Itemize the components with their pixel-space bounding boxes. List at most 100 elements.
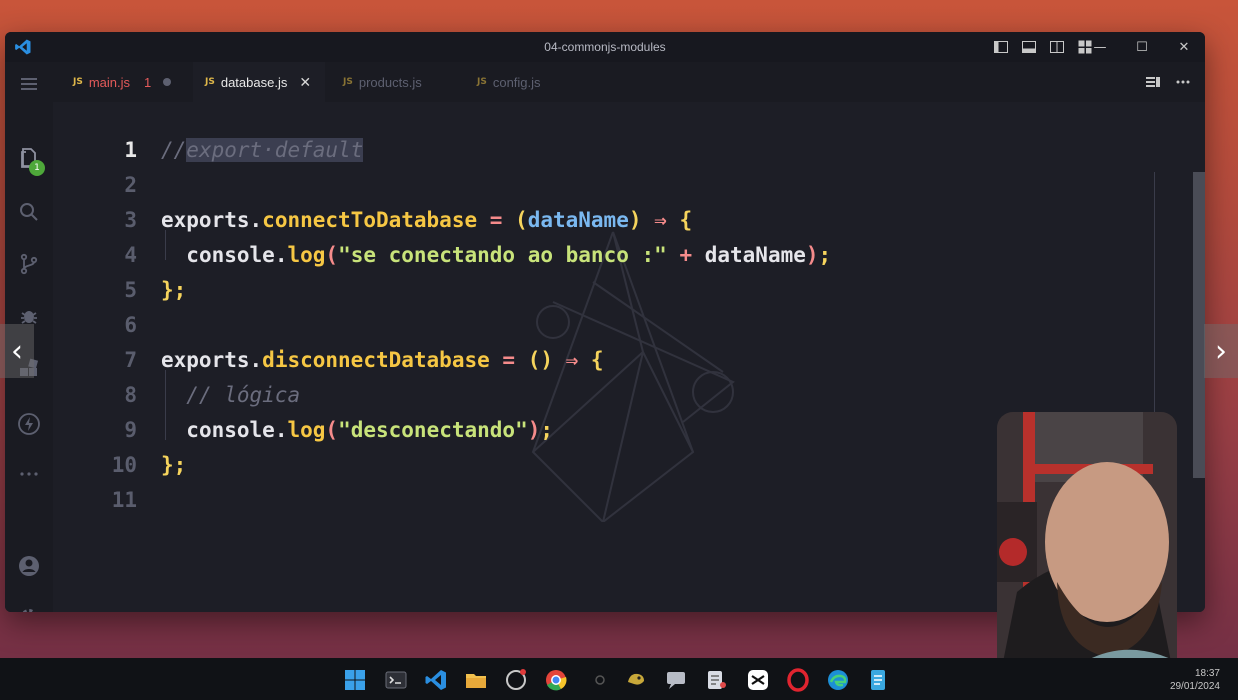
opera-icon[interactable] — [786, 668, 810, 692]
paren-token: ( — [325, 418, 339, 442]
tab-products-js[interactable]: JS products.js — [331, 62, 457, 102]
dot-token: . — [249, 208, 263, 232]
windows-start-icon[interactable] — [343, 668, 367, 692]
watermark-logo-icon — [531, 231, 735, 522]
source-control-icon[interactable] — [17, 252, 41, 276]
semicolon-token: ; — [173, 453, 187, 477]
brace-token: } — [161, 453, 174, 477]
line-number: 3 — [124, 208, 137, 232]
paren-token: ( — [515, 208, 528, 232]
title-bar: 04-commonjs-modules — ☐ ✕ — [5, 32, 1205, 62]
code-line-10: }; — [161, 453, 186, 477]
tab-label: products.js — [358, 74, 422, 90]
brace-token: { — [679, 208, 693, 232]
tab-label: main.js — [88, 74, 131, 90]
operator-token: + — [666, 243, 705, 267]
minimize-icon[interactable]: — — [1079, 32, 1121, 62]
operator-token: = — [489, 348, 528, 372]
app-icon[interactable] — [504, 668, 528, 692]
taskbar: 18:37 29/01/2024 — [0, 658, 1238, 700]
arrow-token: ⇒ — [552, 348, 591, 372]
edge-icon[interactable] — [826, 668, 850, 692]
more-actions-icon[interactable] — [1175, 74, 1191, 90]
code-line-4: console.log("se conectando ao banco :" +… — [161, 243, 831, 267]
paren-token: ) — [805, 243, 819, 267]
code-line-9: console.log("desconectando"); — [161, 418, 553, 442]
property-token: connectToDatabase — [262, 208, 478, 232]
string-token: "se conectando ao banco :" — [338, 243, 667, 267]
tab-main-js[interactable]: JS main.js 1 — [61, 62, 189, 102]
webcam-overlay — [997, 412, 1177, 692]
line-number: 2 — [124, 173, 137, 197]
tab-label: config.js — [492, 74, 541, 90]
operator-token: = — [477, 208, 516, 232]
toggle-sidebar-icon[interactable] — [993, 39, 1009, 55]
brace-token: } — [161, 278, 174, 302]
code-line-7: exports.disconnectDatabase = () ⇒ { — [161, 348, 604, 372]
paren-token: ) — [628, 208, 642, 232]
split-editor-icon[interactable] — [1145, 74, 1161, 90]
tab-config-js[interactable]: JS config.js — [465, 62, 575, 102]
line-number: 9 — [124, 418, 137, 442]
arrow-token: ⇒ — [641, 208, 680, 232]
vscode-taskbar-icon[interactable] — [424, 668, 448, 692]
line-number: 4 — [124, 243, 137, 267]
settings-gear-icon[interactable] — [17, 606, 41, 612]
lightning-icon[interactable] — [17, 412, 41, 436]
dot-token: . — [274, 243, 288, 267]
dot-token: . — [274, 418, 288, 442]
explorer-badge: 1 — [29, 160, 45, 176]
line-number: 11 — [111, 488, 137, 512]
identifier-token: exports — [161, 208, 250, 232]
paren-token: ) — [527, 418, 541, 442]
js-file-icon: JS — [477, 77, 487, 87]
param-token: dataName — [527, 208, 629, 232]
chat-app-icon[interactable] — [664, 668, 688, 692]
semicolon-token: ; — [818, 243, 832, 267]
paren-token: ( — [325, 243, 339, 267]
accounts-icon[interactable] — [17, 554, 41, 578]
layout-controls — [993, 39, 1093, 55]
line-number: 10 — [111, 453, 137, 477]
code-line-3: exports.connectToDatabase = (dataName) ⇒… — [161, 208, 692, 232]
problem-count: 1 — [144, 74, 152, 90]
capcut-icon[interactable] — [746, 668, 770, 692]
clock-date: 29/01/2024 — [1169, 681, 1220, 692]
terminal-icon[interactable] — [384, 668, 408, 692]
js-file-icon: JS — [343, 77, 353, 87]
editor-tabs: JS main.js 1 JS database.js ✕ JS product… — [53, 62, 1205, 102]
code-line-5: }; — [161, 278, 186, 302]
close-window-icon[interactable]: ✕ — [1163, 32, 1205, 62]
tab-label: database.js — [220, 74, 288, 90]
next-arrow-icon[interactable]: › — [1204, 324, 1238, 378]
search-icon[interactable] — [17, 200, 41, 224]
property-token: disconnectDatabase — [262, 348, 490, 372]
chameleon-app-icon[interactable] — [624, 668, 648, 692]
notes-app-icon[interactable] — [704, 668, 728, 692]
notepad-icon[interactable] — [866, 668, 890, 692]
code-line-8: // lógica — [161, 383, 300, 407]
method-token: log — [287, 418, 326, 442]
method-token: log — [287, 243, 326, 267]
comment-token: // — [161, 138, 187, 162]
file-explorer-icon[interactable] — [464, 668, 488, 692]
editor-actions — [1145, 74, 1191, 90]
menu-icon[interactable] — [17, 72, 41, 96]
toggle-secondary-sidebar-icon[interactable] — [1049, 39, 1065, 55]
identifier-token: console — [186, 243, 275, 267]
previous-arrow-icon[interactable]: ‹ — [0, 324, 34, 378]
close-tab-icon[interactable]: ✕ — [299, 74, 311, 91]
system-clock[interactable]: 18:37 29/01/2024 — [1170, 667, 1220, 693]
identifier-token: dataName — [704, 243, 806, 267]
toggle-panel-icon[interactable] — [1021, 39, 1037, 55]
small-app-icon[interactable] — [588, 668, 612, 692]
selected-comment-token: export·default — [186, 138, 364, 162]
string-token: "desconectando" — [338, 418, 528, 442]
chrome-icon[interactable] — [544, 668, 568, 692]
maximize-icon[interactable]: ☐ — [1121, 32, 1163, 62]
more-icon[interactable] — [17, 462, 41, 486]
tab-database-js[interactable]: JS database.js ✕ — [193, 62, 325, 102]
